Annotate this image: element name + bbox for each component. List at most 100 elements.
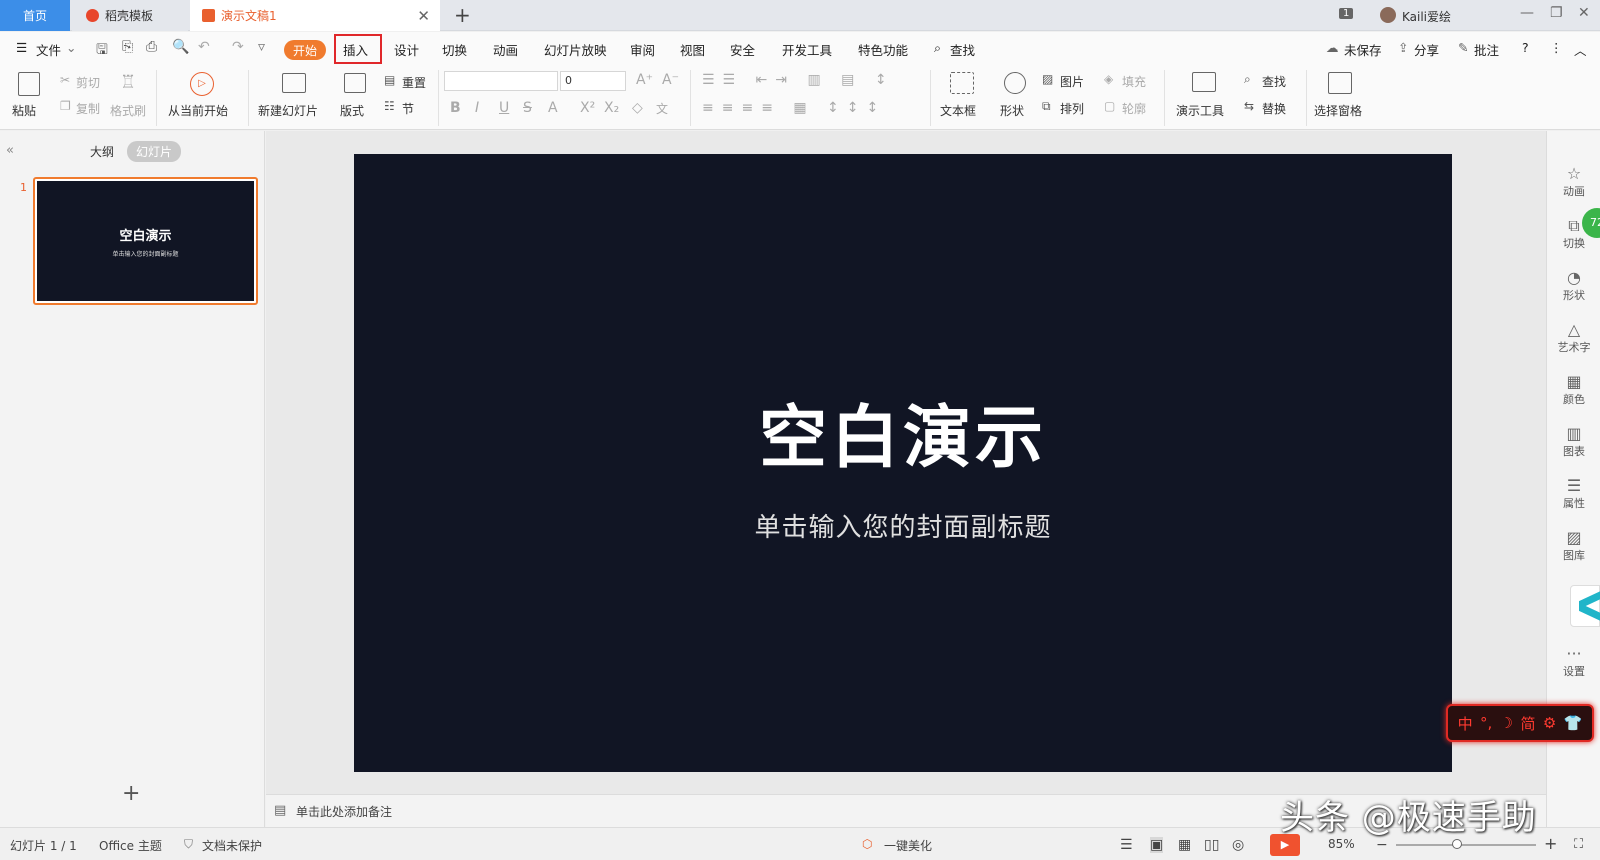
collapse-ribbon-icon[interactable]: ︿	[1574, 40, 1587, 59]
tab-slides[interactable]: 幻灯片	[127, 141, 182, 162]
fill-button[interactable]: 填充	[1122, 73, 1146, 90]
user-name[interactable]: Kaili爱绘	[1402, 8, 1451, 25]
decrease-font-icon[interactable]: A⁻	[662, 72, 679, 88]
ime-settings-icon[interactable]: ⚙	[1543, 714, 1556, 732]
ime-toolbar[interactable]: 中 °, ☽ 简 ⚙ 👕	[1446, 704, 1594, 742]
presenter-view-icon[interactable]: ◎	[1232, 837, 1244, 853]
tab-home[interactable]: 首页	[0, 0, 70, 31]
sidebar-item-shape[interactable]: ◔ 形状	[1547, 269, 1600, 303]
notes-placeholder[interactable]: 单击此处添加备注	[296, 803, 392, 820]
chevron-down-icon[interactable]: ⌄	[66, 40, 76, 55]
present-tools-button[interactable]: 演示工具	[1176, 102, 1224, 119]
copy-button[interactable]: 复制	[76, 100, 100, 117]
menu-search[interactable]: 查找	[950, 40, 975, 59]
minimize-button[interactable]: —	[1520, 5, 1534, 21]
outline-button[interactable]: 轮廓	[1122, 100, 1146, 117]
new-slide-button[interactable]: 新建幻灯片	[258, 102, 318, 119]
strikethrough-icon[interactable]: S	[523, 100, 532, 116]
normal-view-icon[interactable]: ▣	[1150, 837, 1164, 853]
format-painter-icon[interactable]: ⎘	[122, 39, 133, 55]
find-button[interactable]: 查找	[1262, 73, 1286, 90]
slide-thumbnail[interactable]: 空白演示 单击输入您的封面副标题	[33, 177, 258, 305]
menu-view[interactable]: 视图	[680, 40, 705, 59]
notes-toggle-icon[interactable]: ☰	[1120, 837, 1133, 853]
ime-chinese-toggle[interactable]: 中	[1458, 713, 1473, 734]
print-icon[interactable]: ⎙	[146, 39, 157, 55]
picture-button[interactable]: 图片	[1060, 73, 1084, 90]
superscript-icon[interactable]: X²	[580, 100, 595, 116]
add-slide-button[interactable]: +	[122, 781, 140, 806]
menu-security[interactable]: 安全	[730, 40, 755, 59]
avatar[interactable]	[1380, 7, 1396, 23]
sidebar-item-color[interactable]: ▦ 颜色	[1547, 373, 1600, 407]
ime-skin-icon[interactable]: 👕	[1564, 714, 1583, 732]
customize-chevron-icon[interactable]: ▿	[258, 39, 265, 55]
slide-canvas[interactable]: 空白演示 单击输入您的封面副标题	[354, 154, 1452, 772]
sorter-view-icon[interactable]: ▦	[1178, 837, 1191, 853]
theme-name[interactable]: Office 主题	[99, 837, 162, 854]
slide-subtitle[interactable]: 单击输入您的封面副标题	[754, 507, 1051, 544]
select-pane-button[interactable]: 选择窗格	[1314, 102, 1362, 119]
replace-button[interactable]: 替换	[1262, 100, 1286, 117]
beautify-button[interactable]: 一键美化	[884, 837, 932, 854]
slide-title[interactable]: 空白演示	[759, 382, 1047, 481]
format-painter-button[interactable]: 格式刷	[110, 102, 146, 119]
menu-start[interactable]: 开始	[284, 40, 326, 60]
fit-window-icon[interactable]: ⛶	[1574, 837, 1583, 852]
sidebar-item-settings[interactable]: ··· 设置	[1547, 645, 1600, 679]
reset-button[interactable]: 重置	[402, 74, 426, 91]
zoom-level[interactable]: 85%	[1328, 837, 1355, 851]
from-current-button[interactable]: 从当前开始	[168, 102, 228, 119]
cut-button[interactable]: 剪切	[76, 74, 100, 91]
sidebar-item-wordart[interactable]: △ 艺术字	[1547, 321, 1600, 355]
menu-review[interactable]: 审阅	[630, 40, 655, 59]
close-window-button[interactable]: ✕	[1578, 5, 1590, 21]
phonetic-icon[interactable]: 文	[656, 100, 668, 117]
ime-halfwidth-toggle[interactable]: ☽	[1500, 714, 1513, 732]
ime-punct-toggle[interactable]: °,	[1480, 714, 1492, 732]
underline-icon[interactable]: U	[499, 100, 509, 116]
redo-icon[interactable]: ↷	[232, 39, 244, 55]
font-family-select[interactable]	[444, 71, 558, 91]
comment-button[interactable]: 批注	[1474, 40, 1499, 59]
share-button[interactable]: 分享	[1414, 40, 1439, 59]
zoom-slider-handle[interactable]	[1452, 839, 1462, 849]
unsaved-status[interactable]: 未保存	[1344, 40, 1382, 59]
close-tab-icon[interactable]: ✕	[417, 7, 430, 25]
section-button[interactable]: 节	[402, 100, 414, 117]
paste-button[interactable]: 粘贴	[12, 102, 36, 119]
help-button[interactable]: ?	[1522, 40, 1529, 55]
tab-outline[interactable]: 大纲	[90, 143, 114, 160]
align-icons[interactable]: ≡≡≡≡ ▦ ↕↕↕	[702, 100, 886, 116]
menu-insert[interactable]: 插入	[343, 40, 368, 59]
app-logo-icon[interactable]	[1570, 585, 1600, 627]
bold-icon[interactable]: B	[450, 100, 461, 116]
new-tab-button[interactable]: +	[454, 3, 471, 27]
file-menu[interactable]: 文件	[36, 40, 61, 59]
font-color-icon[interactable]: A	[548, 100, 558, 116]
reading-view-icon[interactable]: ▯▯	[1204, 837, 1219, 853]
zoom-out-button[interactable]: −	[1376, 837, 1388, 853]
tab-document[interactable]: 演示文稿1 ✕	[190, 0, 440, 31]
sidebar-item-properties[interactable]: ☰ 属性	[1547, 477, 1600, 511]
tab-template[interactable]: 稻壳模板	[72, 0, 188, 31]
protect-status[interactable]: 文档未保护	[202, 837, 262, 854]
menu-special[interactable]: 特色功能	[858, 40, 908, 59]
menu-slideshow[interactable]: 幻灯片放映	[544, 40, 607, 59]
font-size-select[interactable]: 0	[560, 71, 626, 91]
sidebar-item-chart[interactable]: ▥ 图表	[1547, 425, 1600, 459]
print-preview-icon[interactable]: 🔍	[172, 39, 189, 55]
sidebar-item-gallery[interactable]: ▨ 图库	[1547, 529, 1600, 563]
menu-design[interactable]: 设计	[394, 40, 419, 59]
menu-transition[interactable]: 切换	[442, 40, 467, 59]
subscript-icon[interactable]: X₂	[604, 100, 619, 116]
undo-icon[interactable]: ↶	[198, 39, 210, 55]
hamburger-icon[interactable]: ☰	[16, 40, 27, 55]
increase-font-icon[interactable]: A⁺	[636, 72, 653, 88]
italic-icon[interactable]: I	[475, 100, 479, 116]
menu-developer[interactable]: 开发工具	[782, 40, 832, 59]
zoom-slider[interactable]	[1396, 844, 1536, 846]
textbox-button[interactable]: 文本框	[940, 102, 976, 119]
layout-button[interactable]: 版式	[340, 102, 364, 119]
arrange-button[interactable]: 排列	[1060, 100, 1084, 117]
